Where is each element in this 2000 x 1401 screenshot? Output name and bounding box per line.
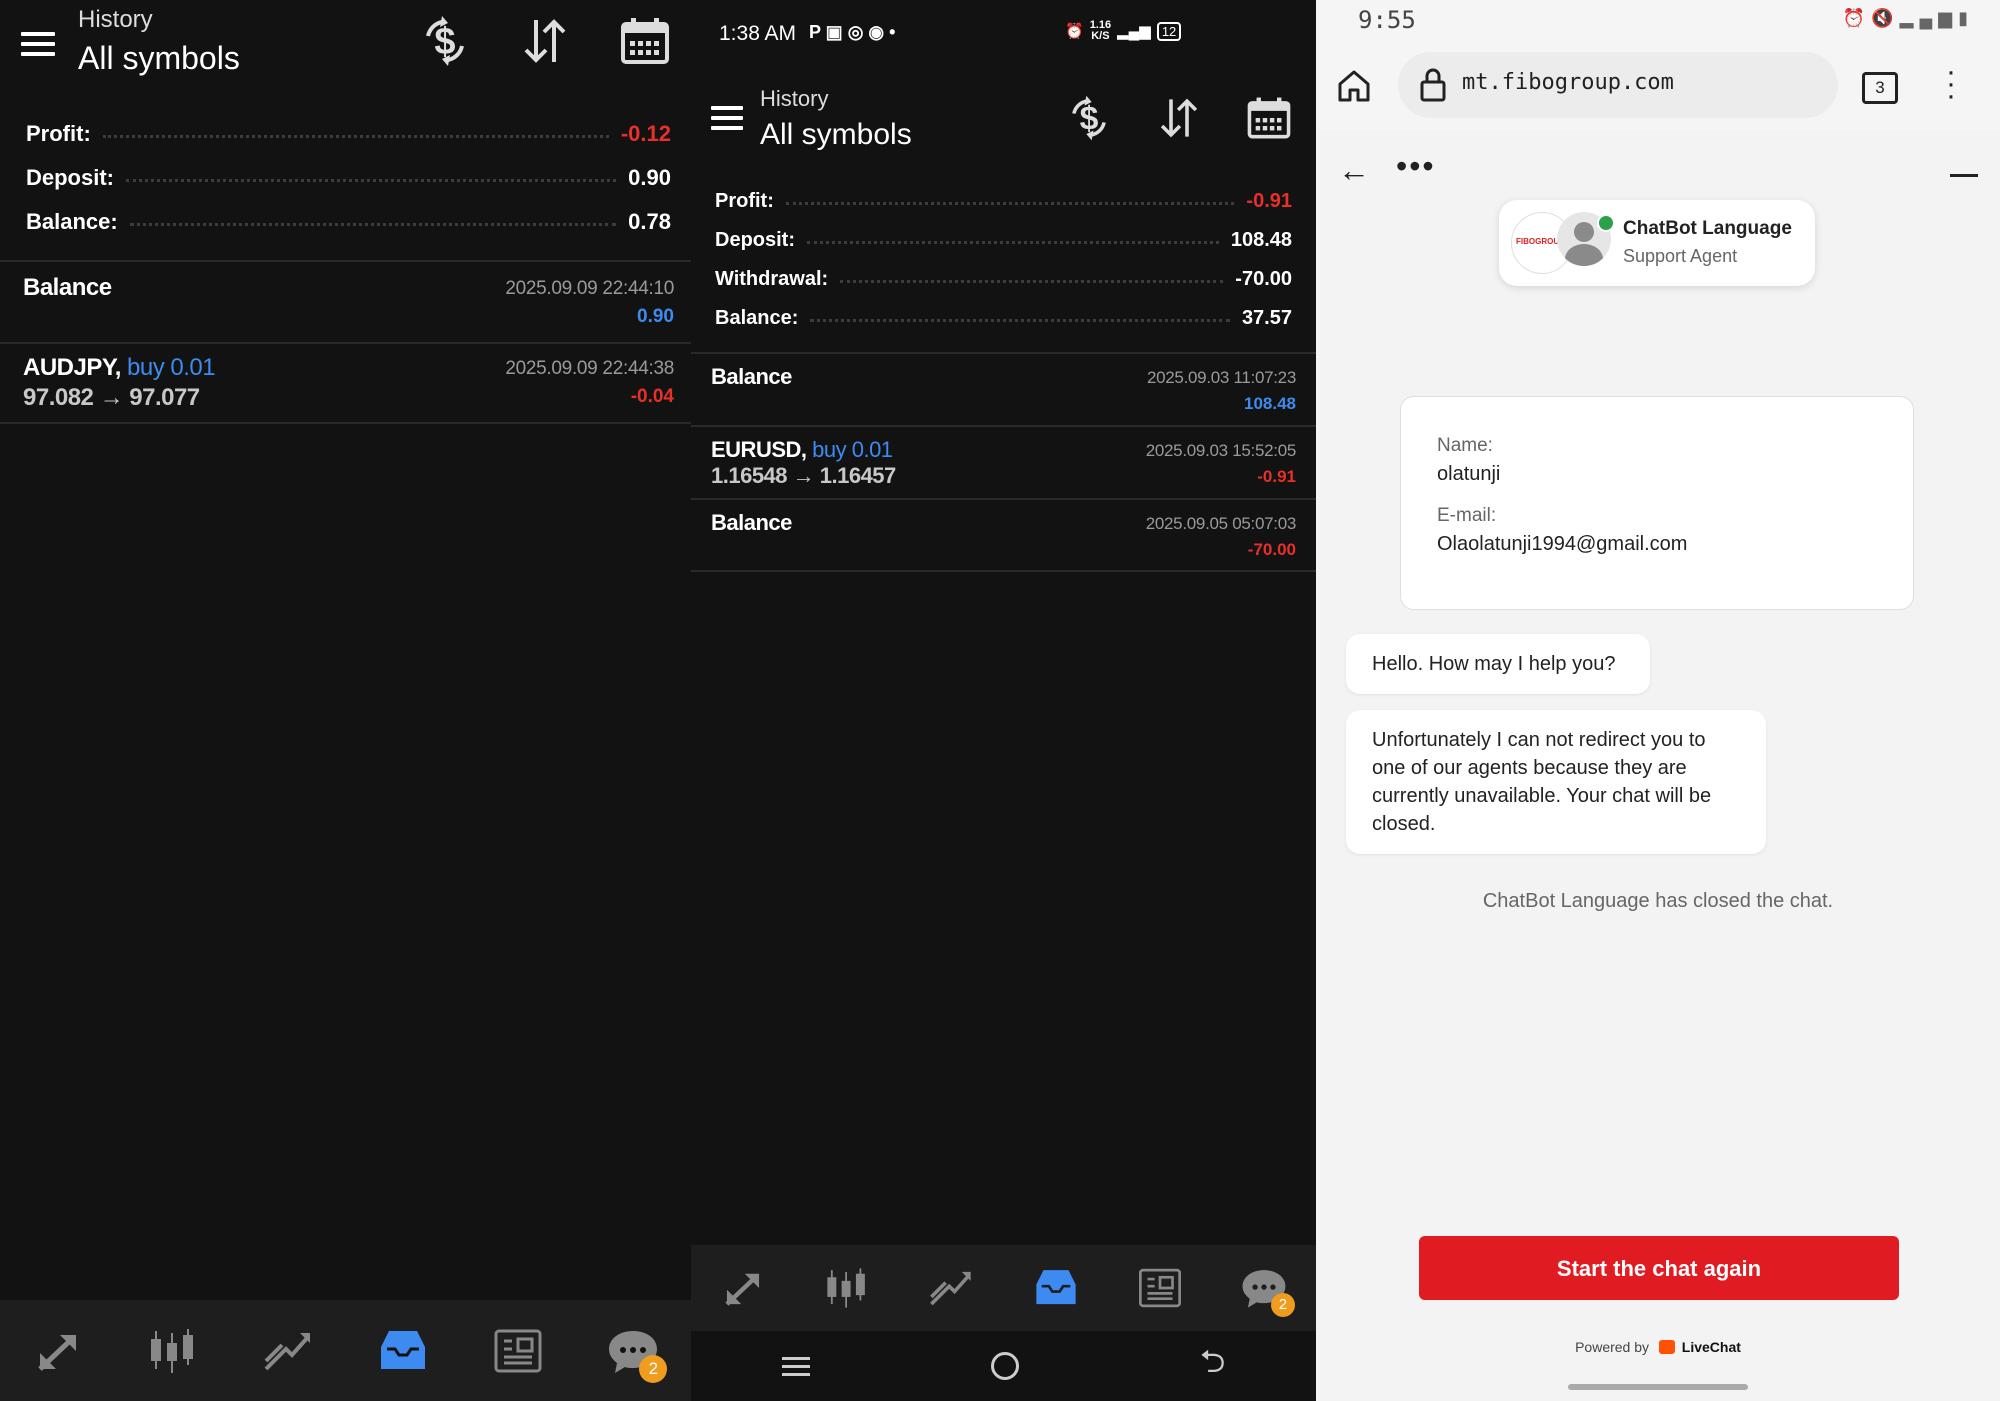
history-panel-middle: 1:38 AM P ▣ ◎ ◉ • ⏰ 1.16 K/S ▂▄▆ 12 Histo… bbox=[691, 0, 1316, 1401]
status-time: 1:38 AM bbox=[719, 22, 797, 45]
name-label: Name: bbox=[1437, 435, 1493, 456]
agent-name: ChatBot Language bbox=[1623, 218, 1792, 239]
dollar-refresh-icon[interactable]: $ bbox=[418, 14, 472, 68]
calendar-icon[interactable] bbox=[1245, 94, 1293, 142]
chat-badge: 2 bbox=[1270, 1293, 1295, 1317]
chart-icon[interactable] bbox=[260, 1323, 316, 1379]
gesture-bar bbox=[1568, 1384, 1748, 1390]
calendar-icon[interactable] bbox=[618, 14, 672, 68]
prechat-form-card: Name: olatunji E-mail: Olaolatunji1994@g… bbox=[1400, 396, 1914, 610]
header-title: All symbols bbox=[78, 40, 240, 76]
deal-row-trade[interactable]: AUDJPY, buy 0.01 97.082 → 97.077 2025.09… bbox=[0, 344, 691, 422]
summary-balance: Balance: 37.57 bbox=[715, 306, 1292, 329]
news-icon[interactable] bbox=[490, 1323, 546, 1379]
email-label: E-mail: bbox=[1437, 505, 1497, 526]
online-indicator bbox=[1597, 214, 1615, 232]
status-indicators: ⏰ 1.16 K/S ▂▄▆ 12 bbox=[1065, 20, 1182, 42]
livechat-logo-icon bbox=[1658, 1340, 1675, 1354]
deal-row-balance[interactable]: Balance 2025.09.09 22:44:10 0.90 bbox=[0, 262, 691, 342]
deal-row-balance[interactable]: Balance 2025.09.03 11:07:23 108.48 bbox=[691, 354, 1316, 424]
start-chat-again-button[interactable]: Start the chat again bbox=[1419, 1236, 1899, 1300]
chat-message: Unfortunately I can not redirect you to … bbox=[1346, 710, 1766, 854]
home-icon[interactable] bbox=[990, 1352, 1019, 1380]
summary-deposit: Deposit: 108.48 bbox=[715, 228, 1292, 251]
summary-profit: Profit: -0.91 bbox=[715, 189, 1292, 212]
history-panel-left: History All symbols $ Profit: -0.12 Depos… bbox=[0, 0, 691, 1401]
email-value: Olaolatunji1994@gmail.com bbox=[1437, 533, 1688, 555]
lock-icon bbox=[1418, 66, 1448, 104]
status-time: 9:55 bbox=[1358, 6, 1416, 34]
chart-icon[interactable] bbox=[926, 1263, 976, 1313]
chat-icon[interactable]: 2 bbox=[605, 1323, 668, 1383]
home-icon[interactable] bbox=[1334, 66, 1374, 106]
trade-icon[interactable] bbox=[30, 1323, 86, 1379]
powered-by[interactable]: Powered by LiveChat bbox=[1316, 1339, 2000, 1355]
deal-row-trade[interactable]: EURUSD, buy 0.01 1.16548 → 1.16457 2025.… bbox=[691, 427, 1316, 497]
back-arrow-icon[interactable]: ← bbox=[1338, 152, 1370, 189]
menu-icon[interactable] bbox=[711, 100, 743, 136]
agent-role: Support Agent bbox=[1623, 246, 1738, 266]
history-inbox-icon[interactable] bbox=[1031, 1263, 1081, 1313]
sort-icon[interactable] bbox=[518, 14, 572, 68]
chat-badge: 2 bbox=[639, 1354, 668, 1383]
url-bar[interactable]: mt.fibogroup.com bbox=[1398, 52, 1838, 118]
chat-message: Hello. How may I help you? bbox=[1346, 634, 1650, 694]
browser-chat-panel: 9:55 ⏰🔇▂▄▆▮ mt.fibogroup.com 3 · · · ← •••… bbox=[1316, 0, 2000, 1401]
chat-menu-icon[interactable]: ••• bbox=[1396, 148, 1436, 185]
summary-deposit: Deposit: 0.90 bbox=[26, 165, 671, 190]
url-text: mt.fibogroup.com bbox=[1462, 70, 1674, 95]
more-options-icon[interactable]: · · · bbox=[1946, 57, 1956, 111]
candles-icon[interactable] bbox=[822, 1263, 872, 1313]
header-subtitle: History bbox=[760, 86, 829, 111]
news-icon[interactable] bbox=[1135, 1263, 1185, 1313]
sort-icon[interactable] bbox=[1155, 94, 1203, 142]
trade-icon[interactable] bbox=[718, 1263, 768, 1313]
battery-icon: 12 bbox=[1156, 21, 1182, 41]
status-notification-icons: P ▣ ◎ ◉ • bbox=[809, 22, 896, 42]
chat-icon[interactable]: 2 bbox=[1239, 1263, 1295, 1317]
header-subtitle: History bbox=[78, 6, 153, 33]
summary-balance: Balance: 0.78 bbox=[26, 209, 671, 234]
agent-card: FIBOGROUP ChatBot Language Support Agent bbox=[1499, 200, 1815, 286]
system-message: ChatBot Language has closed the chat. bbox=[1482, 890, 1834, 912]
bottom-nav: 2 bbox=[0, 1300, 691, 1401]
signal-icon: ▂▄▆ bbox=[1117, 23, 1151, 40]
history-inbox-icon[interactable] bbox=[375, 1323, 431, 1379]
summary-profit: Profit: -0.12 bbox=[26, 121, 671, 146]
summary-withdrawal: Withdrawal: -70.00 bbox=[715, 267, 1292, 290]
dollar-refresh-icon[interactable]: $ bbox=[1065, 94, 1113, 142]
candles-icon[interactable] bbox=[145, 1323, 201, 1379]
minimize-icon[interactable] bbox=[1950, 174, 1978, 177]
status-indicators: ⏰🔇▂▄▆▮ bbox=[1842, 8, 1974, 28]
tabs-button[interactable]: 3 bbox=[1862, 72, 1898, 104]
menu-icon[interactable] bbox=[21, 26, 55, 62]
alarm-icon: ⏰ bbox=[1065, 23, 1084, 40]
recents-icon[interactable] bbox=[781, 1352, 810, 1381]
deal-row-withdrawal[interactable]: Balance 2025.09.05 05:07:03 -70.00 bbox=[691, 500, 1316, 570]
header-title: All symbols bbox=[760, 118, 912, 151]
name-value: olatunji bbox=[1437, 463, 1501, 485]
back-icon[interactable]: ⮌ bbox=[1200, 1339, 1226, 1393]
bottom-nav: 2 bbox=[691, 1245, 1316, 1331]
system-nav: ⮌ bbox=[691, 1331, 1316, 1401]
